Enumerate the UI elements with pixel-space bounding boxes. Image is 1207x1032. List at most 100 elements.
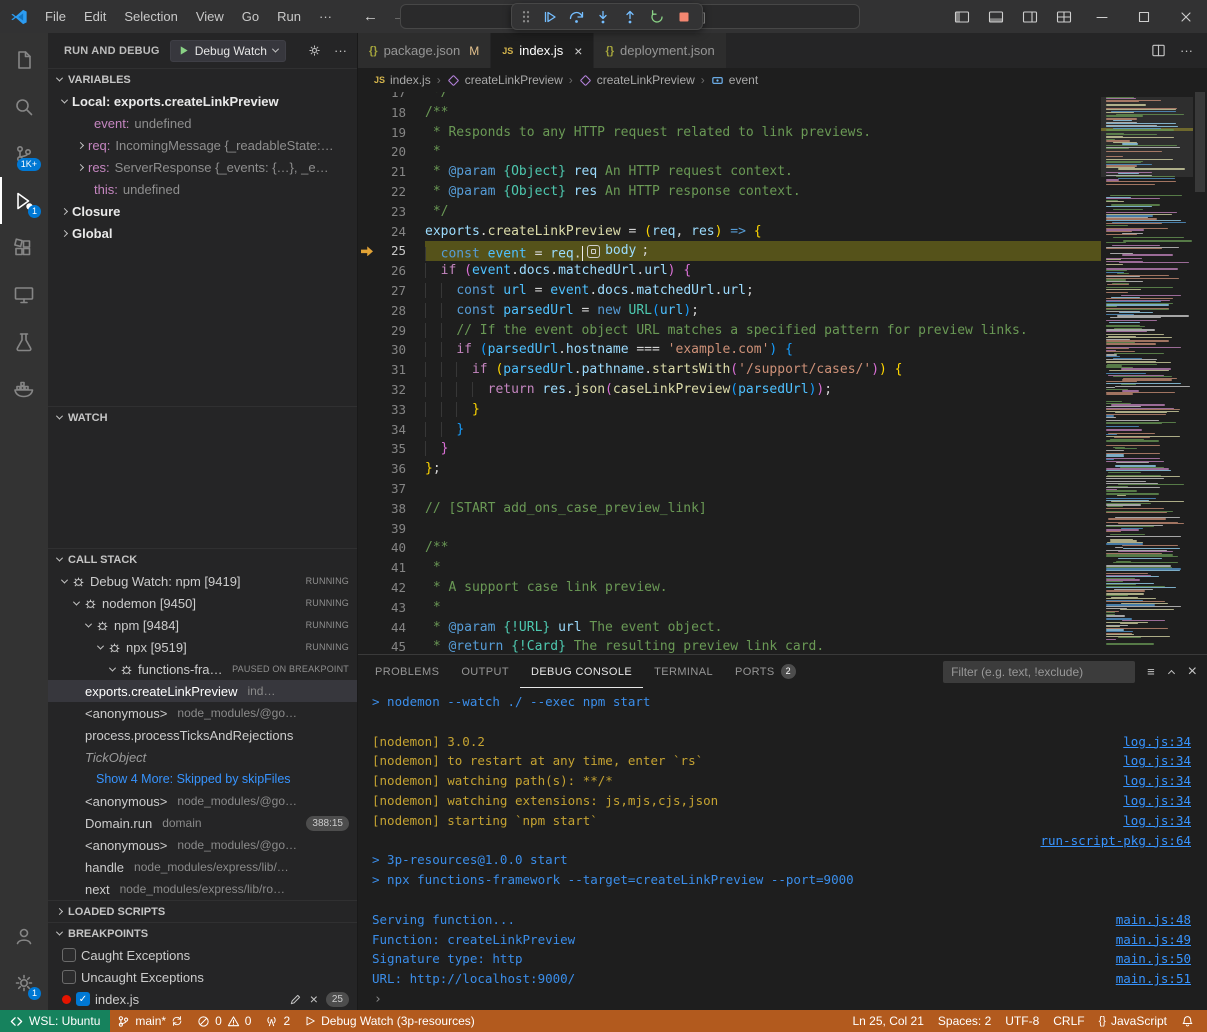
- remove-breakpoint-icon[interactable]: ×: [310, 991, 318, 1007]
- breadcrumb-item-createLinkPreview[interactable]: createLinkPreview: [579, 73, 695, 87]
- activitybar-testing[interactable]: [0, 318, 48, 365]
- line-number[interactable]: 31: [374, 360, 406, 380]
- callstack-frame-row[interactable]: process.processTicksAndRejections: [48, 724, 357, 746]
- toggle-panel-icon[interactable]: [979, 0, 1013, 33]
- edit-breakpoint-icon[interactable]: [289, 993, 302, 1006]
- back-arrow[interactable]: ←: [363, 8, 378, 25]
- gutter-breakpoint-zone[interactable]: [358, 420, 374, 440]
- remote-indicator[interactable]: WSL: Ubuntu: [0, 1010, 110, 1032]
- callstack-session-row[interactable]: functions-fra…PAUSED ON BREAKPOINT: [48, 658, 357, 680]
- activitybar-docker[interactable]: [0, 365, 48, 412]
- forwarded-ports-indicator[interactable]: 2: [258, 1010, 297, 1032]
- console-source-link[interactable]: log.js:34: [1103, 811, 1191, 831]
- menu-more-icon[interactable]: ···: [310, 0, 341, 33]
- callstack-frame-row[interactable]: exports.createLinkPreviewind…: [48, 680, 357, 702]
- panel-tab-debug-console[interactable]: DEBUG CONSOLE: [520, 655, 643, 688]
- line-number[interactable]: 33: [374, 400, 406, 420]
- minimap[interactable]: [1101, 92, 1193, 654]
- encoding-indicator[interactable]: UTF-8: [998, 1014, 1046, 1028]
- section-loaded-scripts-header[interactable]: LOADED SCRIPTS: [48, 900, 357, 922]
- section-variables-header[interactable]: VARIABLES: [48, 68, 357, 90]
- line-number[interactable]: 17: [374, 92, 406, 103]
- gutter-breakpoint-zone[interactable]: [358, 301, 374, 321]
- menu-file[interactable]: File: [36, 0, 75, 33]
- maximize-button[interactable]: [1123, 0, 1165, 33]
- gutter-breakpoint-zone[interactable]: [358, 92, 374, 103]
- close-panel-icon[interactable]: ×: [1188, 663, 1197, 681]
- gutter-breakpoint-zone[interactable]: [358, 558, 374, 578]
- gutter-breakpoint-zone[interactable]: [358, 261, 374, 281]
- debug-console-input[interactable]: ›: [358, 989, 1207, 1010]
- console-source-link[interactable]: main.js:51: [1096, 969, 1191, 989]
- activitybar-remote-explorer[interactable]: [0, 271, 48, 318]
- line-number[interactable]: 34: [374, 420, 406, 440]
- console-source-link[interactable]: log.js:34: [1103, 732, 1191, 752]
- debug-launch-picker[interactable]: Debug Watch: [170, 40, 286, 62]
- breakpoint-checkbox[interactable]: [62, 970, 76, 984]
- gear-icon[interactable]: [307, 43, 322, 58]
- line-number[interactable]: 24: [374, 222, 406, 242]
- step-over-button[interactable]: [568, 9, 584, 25]
- console-source-link[interactable]: main.js:50: [1096, 949, 1191, 969]
- gutter-breakpoint-zone[interactable]: [358, 182, 374, 202]
- line-number[interactable]: 36: [374, 459, 406, 479]
- line-number[interactable]: 37: [374, 479, 406, 499]
- line-number[interactable]: 35: [374, 439, 406, 459]
- line-number[interactable]: 32: [374, 380, 406, 400]
- breadcrumb-item-event[interactable]: event: [711, 73, 758, 87]
- breakpoint-row[interactable]: Uncaught Exceptions: [48, 966, 357, 988]
- variables-scope-row[interactable]: Global: [48, 222, 357, 244]
- activitybar-settings[interactable]: 1: [0, 959, 48, 1006]
- minimize-button[interactable]: [1081, 0, 1123, 33]
- line-number[interactable]: 42: [374, 578, 406, 598]
- activitybar-run-and-debug[interactable]: 1: [0, 177, 48, 224]
- line-number[interactable]: 30: [374, 340, 406, 360]
- tab-package.json[interactable]: {}package.jsonM: [358, 33, 491, 68]
- debug-toolbar-grip[interactable]: [522, 10, 530, 23]
- close-tab-icon[interactable]: ×: [574, 43, 582, 59]
- gutter-breakpoint-zone[interactable]: [358, 598, 374, 618]
- callstack-frame-row[interactable]: <anonymous>node_modules/@go…: [48, 702, 357, 724]
- gutter-breakpoint-zone[interactable]: [358, 538, 374, 558]
- close-button[interactable]: [1165, 0, 1207, 33]
- tab-deployment.json[interactable]: {}deployment.json: [594, 33, 726, 68]
- gutter-breakpoint-zone[interactable]: [358, 499, 374, 519]
- activitybar-accounts[interactable]: [0, 912, 48, 959]
- gutter-breakpoint-zone[interactable]: [358, 360, 374, 380]
- callstack-session-row[interactable]: Debug Watch: npm [9419]RUNNING: [48, 570, 357, 592]
- panel-tab-ports[interactable]: PORTS2: [724, 655, 807, 688]
- variables-scope-row[interactable]: Closure: [48, 200, 357, 222]
- gutter-breakpoint-zone[interactable]: [358, 142, 374, 162]
- gutter-breakpoint-zone[interactable]: [358, 578, 374, 598]
- callstack-session-row[interactable]: npm [9484]RUNNING: [48, 614, 357, 636]
- panel-tab-terminal[interactable]: TERMINAL: [643, 655, 724, 688]
- notifications-bell-icon[interactable]: [1174, 1015, 1201, 1028]
- maximize-panel-icon[interactable]: [1168, 670, 1175, 677]
- gutter-breakpoint-zone[interactable]: [358, 241, 374, 261]
- line-number[interactable]: 44: [374, 618, 406, 638]
- line-number[interactable]: 21: [374, 162, 406, 182]
- inline-suggestion[interactable]: body;: [587, 241, 649, 261]
- line-number[interactable]: 23: [374, 202, 406, 222]
- line-number[interactable]: 27: [374, 281, 406, 301]
- gutter-breakpoint-zone[interactable]: [358, 618, 374, 638]
- breakpoint-row[interactable]: Caught Exceptions: [48, 944, 357, 966]
- activitybar-explorer[interactable]: [0, 36, 48, 83]
- variables-scope-row[interactable]: Local: exports.createLinkPreview: [48, 90, 357, 112]
- variable-row[interactable]: this:undefined: [48, 178, 357, 200]
- menu-view[interactable]: View: [187, 0, 233, 33]
- more-actions-icon[interactable]: ···: [334, 43, 347, 58]
- console-source-link[interactable]: log.js:34: [1103, 751, 1191, 771]
- breakpoint-row[interactable]: ✓index.js×25: [48, 988, 357, 1010]
- section-watch-header[interactable]: WATCH: [48, 406, 357, 428]
- menu-edit[interactable]: Edit: [75, 0, 115, 33]
- line-number[interactable]: 18: [374, 103, 406, 123]
- gutter-breakpoint-zone[interactable]: [358, 637, 374, 654]
- gutter-breakpoint-zone[interactable]: [358, 281, 374, 301]
- step-into-button[interactable]: [595, 9, 611, 25]
- step-out-button[interactable]: [622, 9, 638, 25]
- menu-run[interactable]: Run: [268, 0, 310, 33]
- line-number[interactable]: 41: [374, 558, 406, 578]
- toggle-secondary-sidebar-icon[interactable]: [1013, 0, 1047, 33]
- callstack-show-more-link[interactable]: Show 4 More: Skipped by skipFiles: [48, 768, 357, 790]
